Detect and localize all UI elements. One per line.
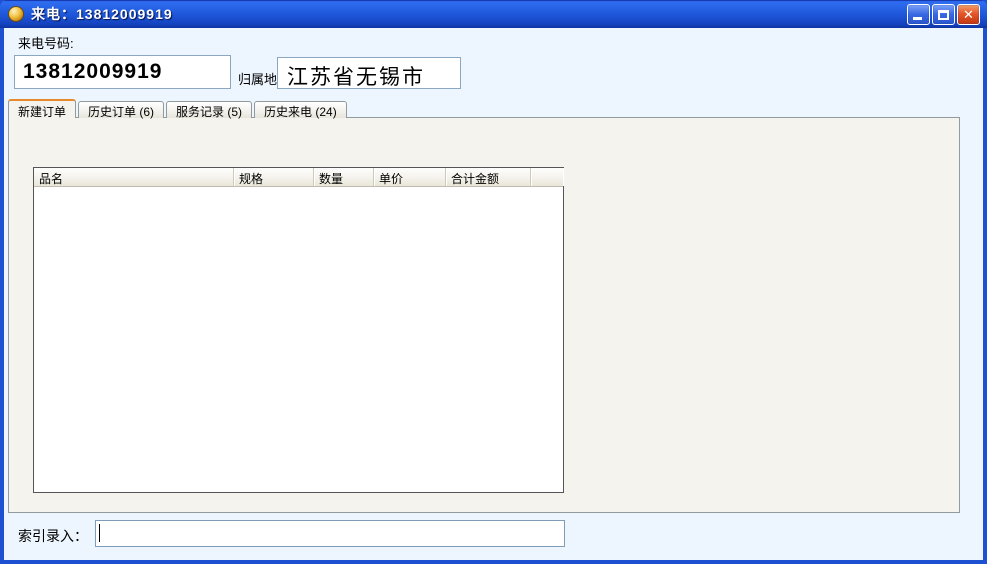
order-items-table: 品名 规格 数量 单价 合计金额 (33, 167, 564, 493)
column-header-total[interactable]: 合计金额 (446, 168, 531, 186)
table-header-row: 品名 规格 数量 单价 合计金额 (34, 168, 563, 187)
index-entry-input[interactable] (95, 520, 565, 547)
close-icon: ✕ (958, 7, 979, 23)
tab-service-records[interactable]: 服务记录 (5) (166, 101, 252, 118)
window-title: 来电：13812009919 (31, 4, 173, 24)
app-icon (8, 6, 24, 22)
caller-location-label: 归属地: (238, 69, 281, 88)
maximize-button[interactable] (932, 4, 955, 25)
column-header-unit-price[interactable]: 单价 (374, 168, 446, 186)
maximize-icon (938, 10, 949, 20)
app-window: 来电：13812009919 ✕ 来电号码: 13812009919 归属地: … (0, 0, 987, 564)
column-header-product[interactable]: 品名 (34, 168, 234, 186)
tab-history-orders[interactable]: 历史订单 (6) (78, 101, 164, 118)
column-header-blank (531, 168, 563, 186)
title-bar: 来电：13812009919 ✕ (0, 0, 987, 28)
index-entry-label: 索引录入： (18, 526, 88, 546)
minimize-button[interactable] (907, 4, 930, 25)
text-caret (99, 524, 100, 542)
caller-location-box: 江苏省无锡市 (277, 57, 461, 89)
tab-strip: 新建订单 历史订单 (6) 服务记录 (5) 历史来电 (24) (8, 99, 349, 118)
column-header-spec[interactable]: 规格 (234, 168, 314, 186)
minimize-icon (913, 17, 922, 20)
column-header-quantity[interactable]: 数量 (314, 168, 374, 186)
tab-new-order[interactable]: 新建订单 (8, 99, 76, 118)
tab-history-calls[interactable]: 历史来电 (24) (254, 101, 347, 118)
caller-number-box: 13812009919 (14, 55, 231, 89)
caller-number-label: 来电号码: (18, 33, 74, 52)
close-button[interactable]: ✕ (957, 4, 980, 25)
